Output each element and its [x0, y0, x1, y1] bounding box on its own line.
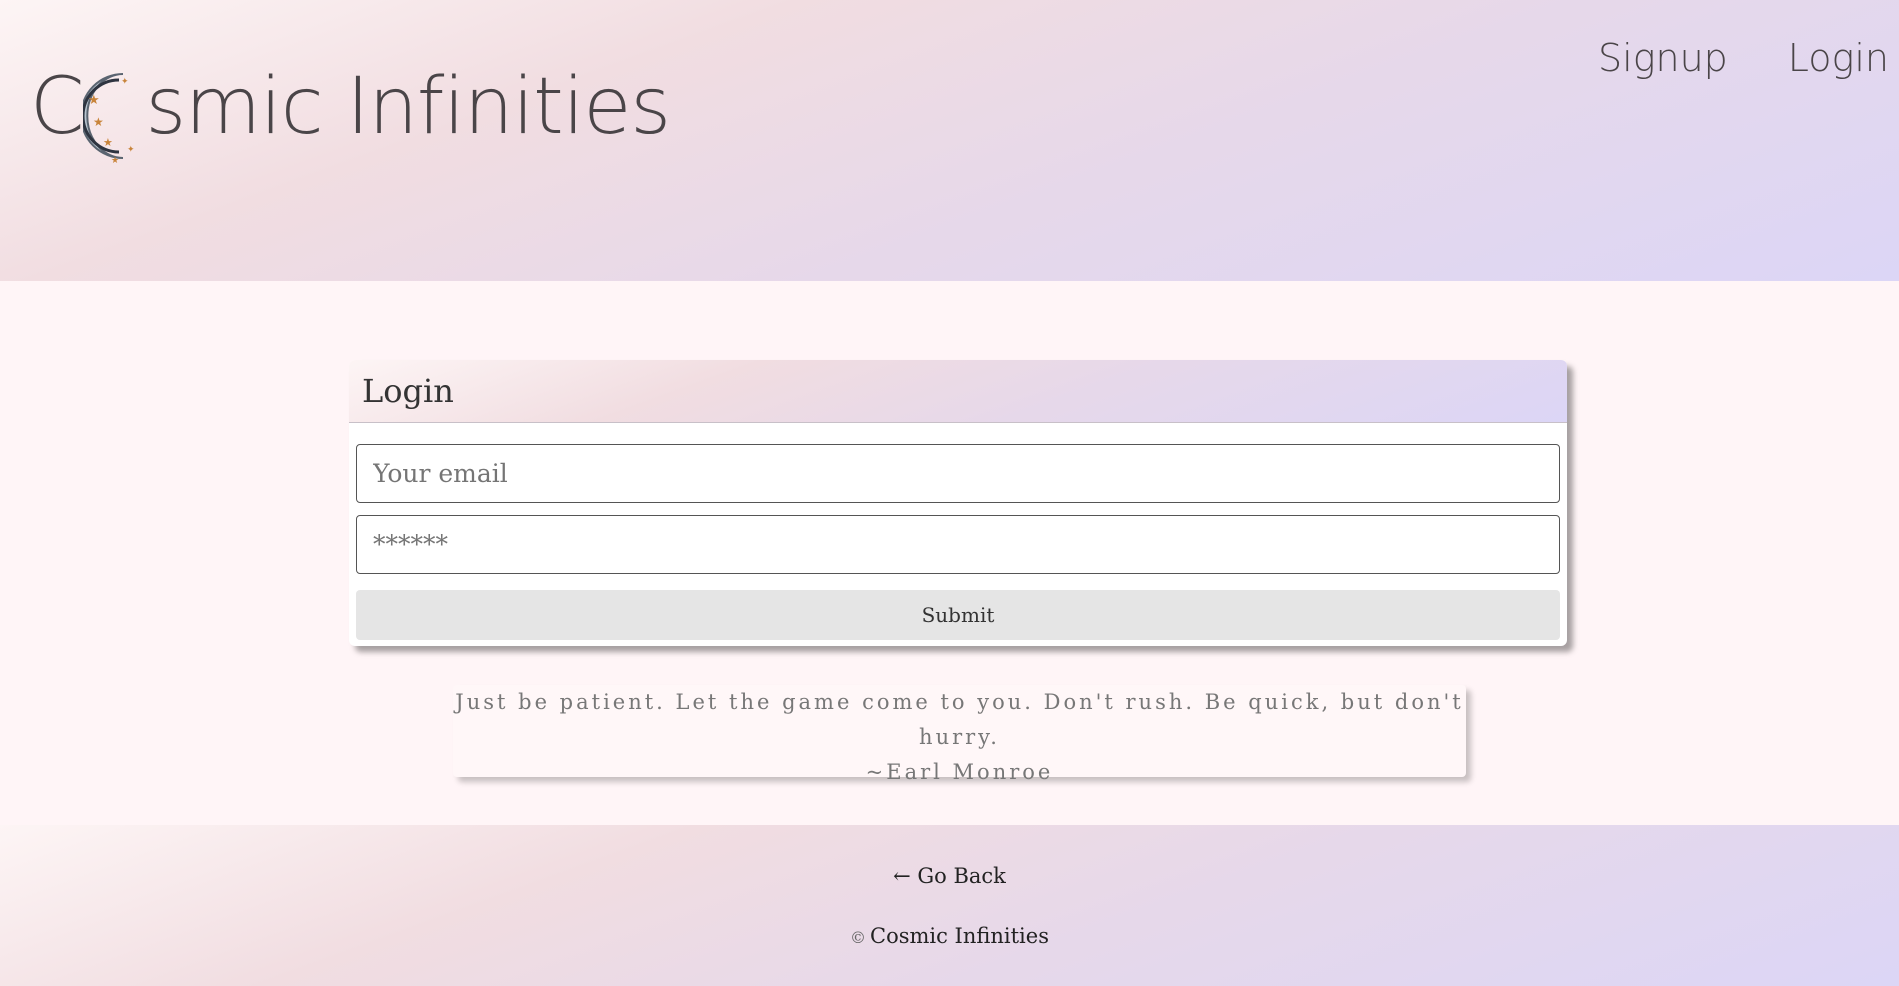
submit-button[interactable]: Submit	[356, 590, 1560, 640]
svg-text:★: ★	[103, 136, 113, 149]
site-logo[interactable]: C ★ ★ ★ ✦ ✦ ★ smic Infinities	[30, 62, 671, 166]
go-back-link[interactable]: ← Go Back	[0, 864, 1899, 888]
quote-author: ~Earl Monroe	[865, 760, 1054, 784]
brand-suffix: smic Infinities	[145, 62, 671, 152]
password-input[interactable]	[356, 515, 1560, 574]
top-nav: Signup Login	[1598, 36, 1889, 80]
copyright-text: Cosmic Infinities	[870, 924, 1049, 948]
signup-link[interactable]: Signup	[1598, 36, 1728, 80]
login-title: Login	[362, 372, 454, 410]
login-card: Login Submit	[349, 360, 1567, 646]
quote-box: Just be patient. Let the game come to yo…	[453, 685, 1466, 784]
copyright: © Cosmic Infinities	[0, 924, 1899, 948]
site-header: C ★ ★ ★ ✦ ✦ ★ smic Infinities Signup Login	[0, 0, 1899, 281]
svg-text:✦: ✦	[121, 77, 129, 87]
svg-text:★: ★	[111, 156, 119, 166]
svg-text:★: ★	[88, 93, 99, 108]
email-input[interactable]	[356, 444, 1560, 503]
brand-prefix: C	[30, 62, 84, 152]
copyright-icon: ©	[850, 928, 866, 947]
crescent-moon-icon: ★ ★ ★ ✦ ✦ ★	[80, 66, 145, 166]
svg-text:★: ★	[93, 115, 103, 129]
site-footer	[0, 825, 1899, 986]
login-card-header: Login	[349, 360, 1567, 423]
quote-text: Just be patient. Let the game come to yo…	[455, 690, 1464, 749]
login-link[interactable]: Login	[1788, 36, 1889, 80]
svg-text:✦: ✦	[127, 145, 135, 155]
